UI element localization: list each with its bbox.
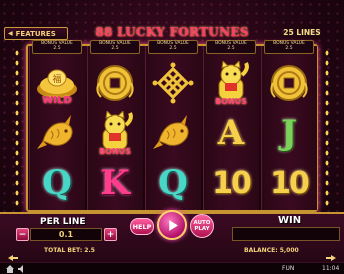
reel-4-bonus-value: BONUS VALUE 2.5 [206,40,256,54]
number-ten-icon: 10 [212,165,252,201]
svg-text:福: 福 [52,73,61,85]
help-button[interactable]: HELP [130,218,154,235]
golden-koi-fish-icon [32,108,82,158]
right-light-strip [324,48,330,208]
chevron-left-icon: ◀ [8,30,13,37]
arrow-left-icon[interactable] [8,255,18,261]
decrease-bet-button[interactable]: − [16,228,29,241]
bonus-label: BONUS [215,97,247,106]
clock: 11:04 [322,265,340,272]
letter-j-icon: J [280,113,298,153]
autoplay-button[interactable]: AUTO PLAY [190,214,214,238]
win-display [232,227,340,241]
lines-counter: 25 LINES [283,28,321,37]
lucky-cat-icon: BONUS [90,108,140,158]
left-light-strip [14,48,20,208]
number-ten-icon: 10 [270,165,310,201]
reel-2-bonus-value: BONUS VALUE 2.5 [90,40,140,54]
letter-q-icon: Q [158,163,188,203]
features-label: FEATURES [15,29,56,38]
lucky-cat-icon: BONUS [206,58,256,108]
play-icon [168,219,178,231]
game-mode: FUN [282,265,295,272]
features-button[interactable]: ◀ FEATURES [4,27,68,40]
wild-label: WILD [42,95,72,106]
reel-1-bonus-value: BONUS VALUE 2.5 [32,40,82,54]
sound-icon[interactable] [18,265,26,273]
status-bar: FUN 11:04 [0,262,344,274]
per-line-value: 0.1 [30,228,102,241]
arrow-right-icon[interactable] [326,255,336,261]
gold-coin-knot-icon [264,58,314,108]
letter-a-icon: A [217,113,245,153]
bonus-label: BONUS [99,147,131,156]
letter-q-icon: Q [42,163,72,203]
golden-koi-fish-icon [148,108,198,158]
reel-5-bonus-value: BONUS VALUE 2.5 [264,40,314,54]
total-bet: TOTAL BET: 2.5 [44,247,95,254]
reel-3-bonus-value: BONUS VALUE 2.5 [148,40,198,54]
balance: BALANCE: 5,000 [244,247,299,254]
gold-ingot-icon: 福 WILD [32,58,82,108]
endless-knot-icon [148,58,198,108]
win-label: WIN [278,215,302,226]
spin-button[interactable] [157,210,187,240]
home-icon[interactable] [6,265,14,273]
gold-coin-knot-icon [90,58,140,108]
letter-k-icon: K [100,163,130,203]
per-line-label: PER LINE [40,217,86,227]
increase-bet-button[interactable]: + [104,228,117,241]
